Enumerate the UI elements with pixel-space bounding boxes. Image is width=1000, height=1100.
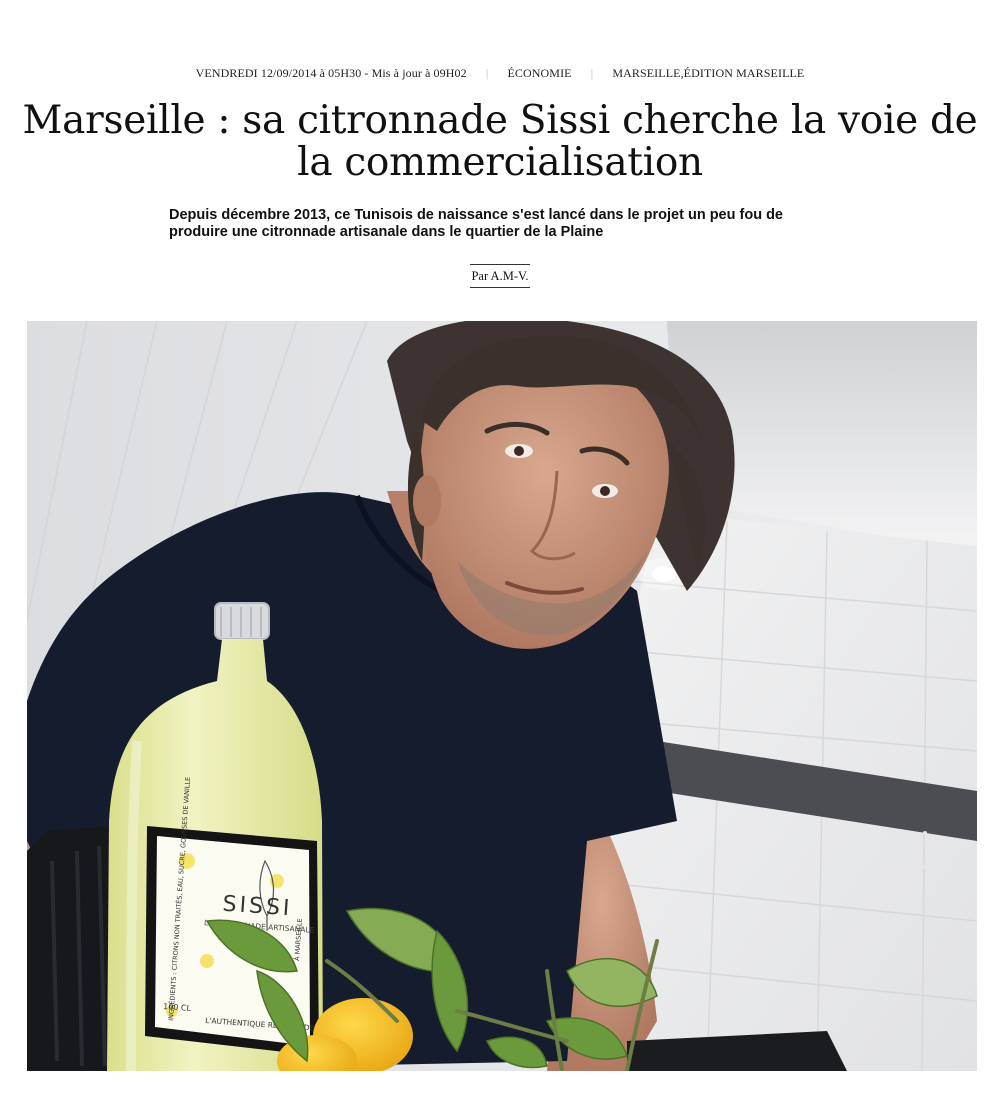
tags-link[interactable]: MARSEILLE,ÉDITION MARSEILLE: [612, 66, 804, 80]
article-title: Marseille : sa citronnade Sissi cherche …: [22, 98, 978, 185]
photo-illustration: SISSI LA CITRONNADE ARTISANALE INGRÉDIEN…: [27, 321, 977, 1071]
category-link[interactable]: ÉCONOMIE: [507, 66, 571, 80]
article-chapo: Depuis décembre 2013, ce Tunisois de nai…: [169, 207, 783, 240]
author-byline[interactable]: Par A.M-V.: [470, 264, 530, 288]
byline: Par A.M-V.: [0, 264, 1000, 288]
article-photo: SISSI LA CITRONNADE ARTISANALE INGRÉDIEN…: [27, 321, 977, 1071]
publish-date: VENDREDI 12/09/2014 à 05H30 - Mis à jour…: [195, 66, 467, 80]
meta-separator: |: [485, 66, 489, 80]
meta-separator: |: [590, 66, 594, 80]
article-meta: VENDREDI 12/09/2014 à 05H30 - Mis à jour…: [0, 66, 1000, 81]
bottle-brand: SISSI: [222, 892, 293, 922]
